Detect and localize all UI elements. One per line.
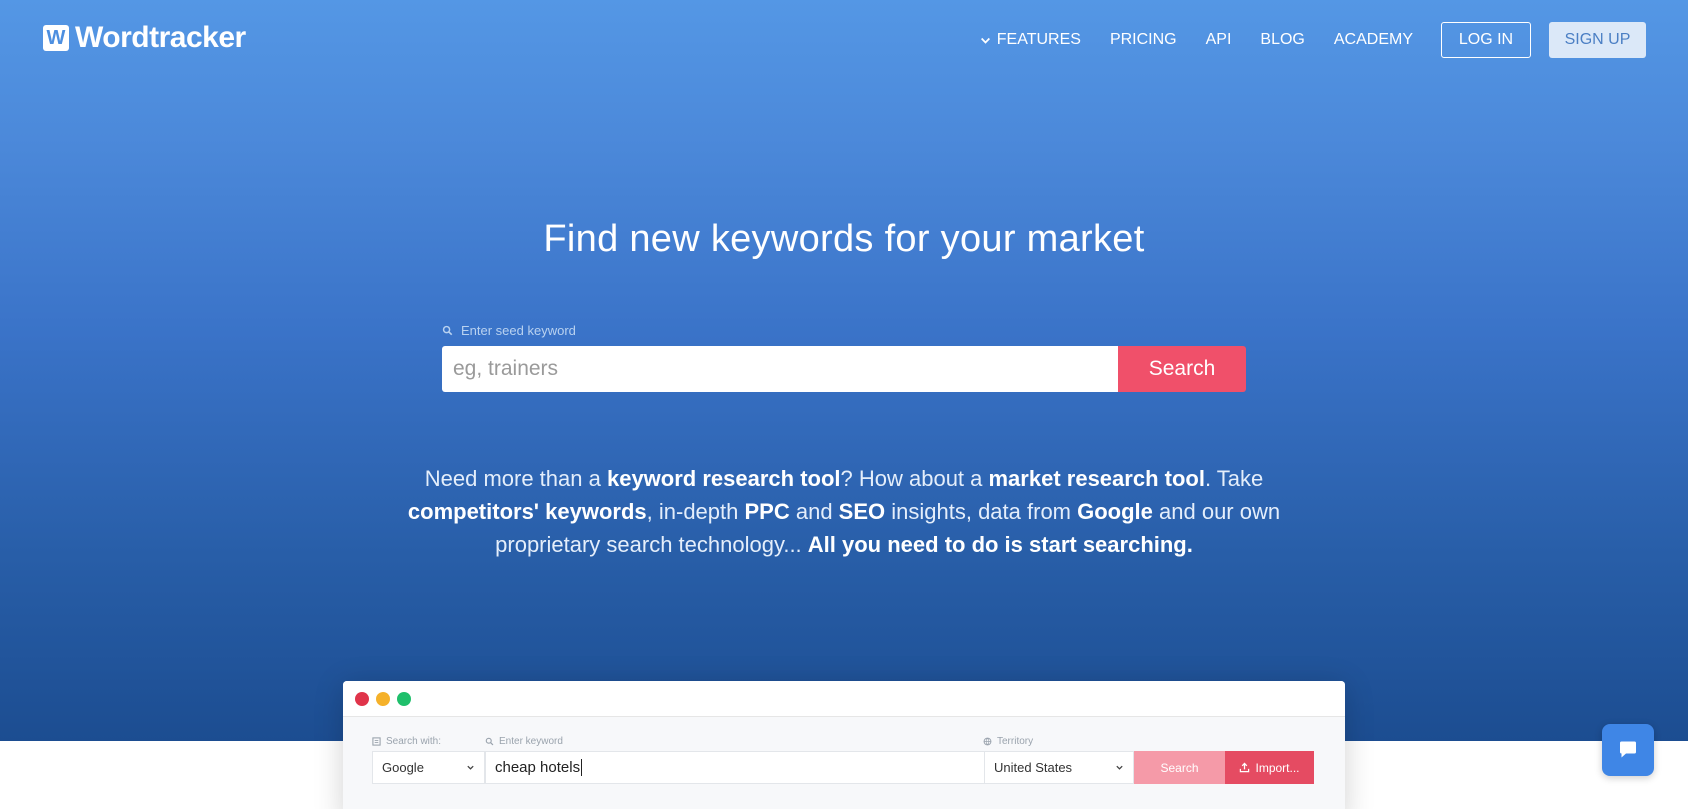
logo[interactable]: W Wordtracker bbox=[43, 20, 246, 56]
territory-value: United States bbox=[994, 760, 1073, 775]
login-button[interactable]: LOG IN bbox=[1441, 22, 1531, 58]
intro-text: ? How about a bbox=[840, 466, 989, 491]
nav-blog[interactable]: BLOG bbox=[1260, 31, 1304, 49]
intro-emphasis: Google bbox=[1077, 499, 1153, 524]
window-titlebar bbox=[343, 681, 1345, 717]
chevron-down-icon bbox=[467, 765, 474, 770]
page-title: Find new keywords for your market bbox=[543, 218, 1145, 260]
chevron-down-icon bbox=[1116, 765, 1123, 770]
nav-features-label: FEATURES bbox=[996, 31, 1081, 48]
chat-launcher-button[interactable] bbox=[1602, 724, 1654, 776]
list-icon bbox=[372, 737, 381, 746]
intro-text: Need more than a bbox=[424, 466, 607, 491]
intro-paragraph: Need more than a keyword research tool? … bbox=[370, 462, 1318, 561]
intro-emphasis: PPC bbox=[744, 499, 790, 524]
import-button-label: Import... bbox=[1255, 760, 1300, 775]
text-caret bbox=[581, 759, 583, 776]
preview-body: Search with: Enter keyword Territory Goo… bbox=[343, 717, 1345, 809]
intro-emphasis: All you need to do is start searching. bbox=[807, 532, 1193, 557]
window-maximize-dot bbox=[397, 691, 411, 706]
search-with-select[interactable]: Google bbox=[372, 751, 485, 784]
search-with-value: Google bbox=[382, 760, 424, 775]
logo-text: Wordtracker bbox=[75, 21, 246, 54]
search-with-label-text: Search with: bbox=[386, 736, 442, 747]
import-button[interactable]: Import... bbox=[1225, 751, 1314, 784]
window-minimize-dot bbox=[376, 691, 390, 706]
seed-keyword-label: Enter seed keyword bbox=[442, 323, 576, 338]
logo-mark: W bbox=[43, 25, 69, 51]
seed-keyword-label-text: Enter seed keyword bbox=[461, 323, 576, 338]
search-button[interactable]: Search bbox=[1118, 346, 1246, 392]
chevron-down-icon bbox=[980, 37, 990, 44]
preview-search-button[interactable]: Search bbox=[1134, 751, 1225, 784]
keyword-input[interactable]: cheap hotels bbox=[485, 751, 985, 784]
territory-label: Territory bbox=[983, 736, 1033, 747]
seed-keyword-input[interactable] bbox=[442, 346, 1118, 392]
nav-api[interactable]: API bbox=[1206, 31, 1232, 49]
keyword-search-form: Search bbox=[442, 346, 1246, 392]
signup-button[interactable]: SIGN UP bbox=[1549, 22, 1646, 58]
hero-section: W Wordtracker FEATURES PRICING API BLOG … bbox=[0, 0, 1688, 741]
main-nav: FEATURES PRICING API BLOG ACADEMY LOG IN… bbox=[951, 22, 1646, 58]
intro-emphasis: market research tool bbox=[988, 466, 1205, 491]
territory-label-text: Territory bbox=[997, 736, 1034, 747]
intro-emphasis: competitors' keywords bbox=[407, 499, 647, 524]
window-close-dot bbox=[355, 691, 369, 706]
search-icon bbox=[485, 737, 494, 746]
intro-text: insights, data from bbox=[885, 499, 1078, 524]
keyword-label: Enter keyword bbox=[485, 736, 563, 747]
territory-select[interactable]: United States bbox=[984, 751, 1134, 784]
nav-features[interactable]: FEATURES bbox=[980, 31, 1081, 49]
intro-emphasis: SEO bbox=[838, 499, 886, 524]
keyword-label-text: Enter keyword bbox=[499, 736, 563, 747]
search-icon bbox=[442, 325, 453, 336]
nav-pricing[interactable]: PRICING bbox=[1110, 31, 1177, 49]
chat-icon bbox=[1620, 741, 1636, 758]
app-preview-window: Search with: Enter keyword Territory Goo… bbox=[343, 681, 1345, 809]
upload-icon bbox=[1240, 762, 1250, 773]
intro-text: . Take bbox=[1204, 466, 1264, 491]
keyword-input-value: cheap hotels bbox=[495, 759, 581, 776]
search-with-label: Search with: bbox=[372, 736, 441, 747]
intro-emphasis: keyword research tool bbox=[606, 466, 841, 491]
nav-academy[interactable]: ACADEMY bbox=[1334, 31, 1413, 49]
intro-text: , in-depth bbox=[646, 499, 745, 524]
globe-icon bbox=[983, 737, 992, 746]
intro-text: and bbox=[789, 499, 839, 524]
